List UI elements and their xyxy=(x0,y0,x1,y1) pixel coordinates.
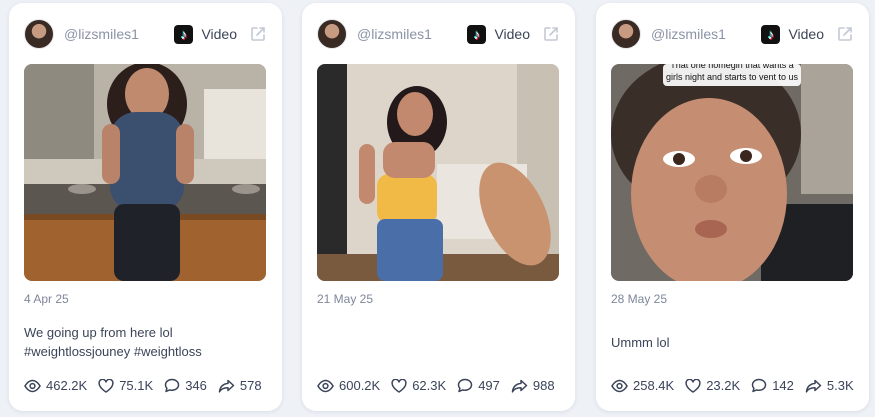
views-count: 258.4K xyxy=(633,378,675,393)
post-stats: 462.2K 75.1K 346 578 xyxy=(24,378,273,393)
avatar[interactable] xyxy=(24,19,54,49)
views-count: 600.2K xyxy=(339,378,381,393)
external-link-icon[interactable] xyxy=(836,25,854,43)
views-count: 462.2K xyxy=(46,378,88,393)
video-thumbnail[interactable]: That one homegirl that wants a girls nig… xyxy=(611,64,853,281)
post-caption: Ummm lol xyxy=(611,335,670,350)
likes-stat: 75.1K xyxy=(98,378,153,393)
heart-icon xyxy=(98,378,114,393)
heart-icon xyxy=(685,378,701,393)
external-link-icon[interactable] xyxy=(542,25,560,43)
post-date: 21 May 25 xyxy=(317,292,374,306)
card-header: @lizsmiles1 ♪ Video xyxy=(24,19,267,49)
comments-stat: 497 xyxy=(457,378,500,393)
shares-count: 988 xyxy=(532,378,555,393)
comments-stat: 346 xyxy=(164,378,207,393)
post-type-label: Video xyxy=(788,26,824,42)
views-stat: 600.2K xyxy=(317,378,380,393)
video-thumbnail[interactable] xyxy=(317,64,559,281)
shares-stat: 988 xyxy=(511,378,555,393)
tiktok-icon: ♪ xyxy=(467,24,487,44)
likes-stat: 62.3K xyxy=(391,378,446,393)
post-card[interactable]: @lizsmiles1 ♪ Video 4 Apr 25 We going up… xyxy=(9,3,282,411)
likes-count: 62.3K xyxy=(412,378,447,393)
likes-count: 23.2K xyxy=(706,378,741,393)
tiktok-icon: ♪ xyxy=(761,24,781,44)
author-handle[interactable]: @lizsmiles1 xyxy=(357,26,467,42)
comment-icon xyxy=(751,378,767,393)
author-handle[interactable]: @lizsmiles1 xyxy=(651,26,761,42)
views-stat: 258.4K xyxy=(611,378,674,393)
card-header: @lizsmiles1 ♪ Video xyxy=(317,19,560,49)
post-date: 4 Apr 25 xyxy=(24,292,69,306)
video-thumbnail[interactable] xyxy=(24,64,266,281)
views-stat: 462.2K xyxy=(24,378,87,393)
likes-count: 75.1K xyxy=(119,378,154,393)
avatar[interactable] xyxy=(317,19,347,49)
heart-icon xyxy=(391,378,407,393)
share-icon xyxy=(511,379,528,393)
likes-stat: 23.2K xyxy=(685,378,740,393)
thumbnail-overlay-text: That one homegirl that wants a girls nig… xyxy=(665,64,799,82)
eye-icon xyxy=(611,379,628,392)
post-caption: We going up from here lol #weightlossjou… xyxy=(24,325,202,359)
shares-count: 5.3K xyxy=(826,378,854,393)
avatar[interactable] xyxy=(611,19,641,49)
external-link-icon[interactable] xyxy=(249,25,267,43)
comments-stat: 142 xyxy=(751,378,794,393)
share-icon xyxy=(805,379,822,393)
shares-count: 578 xyxy=(239,378,262,393)
post-card[interactable]: @lizsmiles1 ♪ Video 21 May 25 600.2K xyxy=(302,3,575,411)
shares-stat: 578 xyxy=(218,378,262,393)
shares-stat: 5.3K xyxy=(805,378,854,393)
post-stats: 600.2K 62.3K 497 988 xyxy=(317,378,566,393)
post-type-label: Video xyxy=(201,26,237,42)
author-handle[interactable]: @lizsmiles1 xyxy=(64,26,174,42)
eye-icon xyxy=(317,379,334,392)
tiktok-icon: ♪ xyxy=(174,24,194,44)
share-icon xyxy=(218,379,235,393)
comments-count: 497 xyxy=(478,378,500,393)
eye-icon xyxy=(24,379,41,392)
post-date: 28 May 25 xyxy=(611,292,668,306)
comment-icon xyxy=(164,378,180,393)
comments-count: 346 xyxy=(185,378,207,393)
card-header: @lizsmiles1 ♪ Video xyxy=(611,19,854,49)
comment-icon xyxy=(457,378,473,393)
post-stats: 258.4K 23.2K 142 5.3K xyxy=(611,378,865,393)
post-type-label: Video xyxy=(494,26,530,42)
comments-count: 142 xyxy=(772,378,794,393)
post-card[interactable]: @lizsmiles1 ♪ Video That one homegirl th… xyxy=(596,3,869,411)
